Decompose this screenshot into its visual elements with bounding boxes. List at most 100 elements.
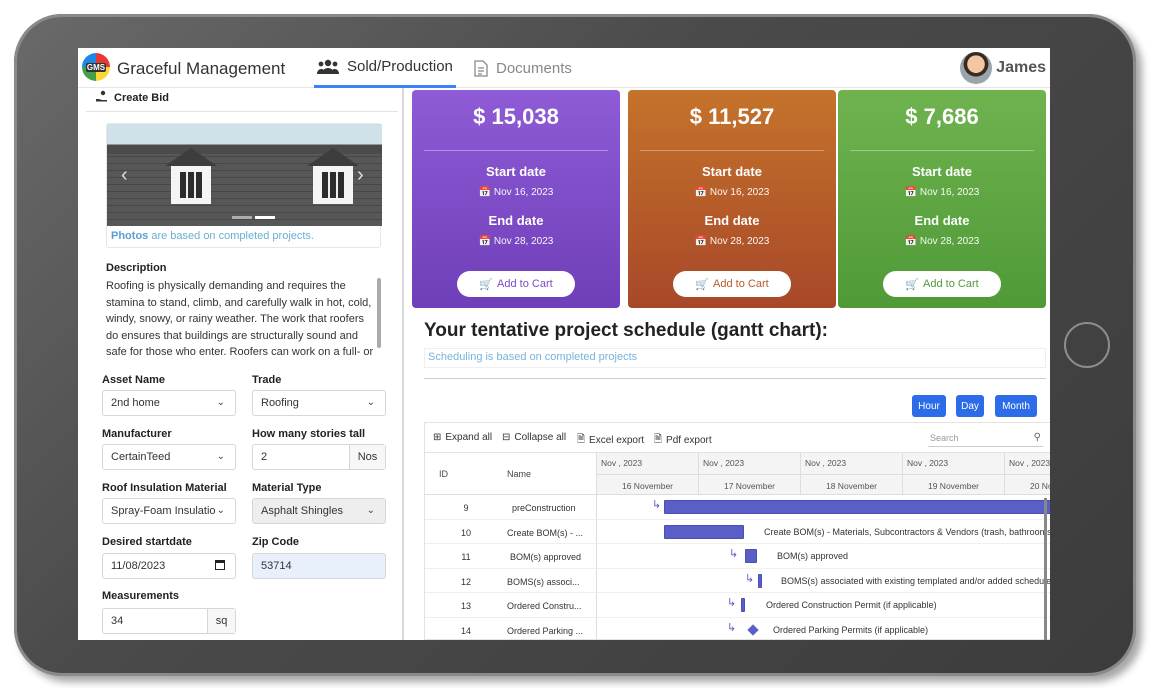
row-name: Create BOM(s) - ...	[507, 527, 584, 538]
cart-icon: 🛒	[479, 278, 494, 291]
timeline-day: 17 November	[699, 474, 801, 495]
calendar-icon: 📅	[694, 187, 708, 198]
stories-label: How many stories tall	[252, 428, 366, 440]
table-row[interactable]: 13 Ordered Constru...	[425, 593, 597, 618]
asset-name-label: Asset Name	[102, 374, 165, 386]
create-bid-heading: Create Bid	[96, 90, 169, 105]
stories-input[interactable]: 2 Nos	[252, 444, 386, 470]
task-bar[interactable]	[745, 549, 757, 563]
insulation-select[interactable]: Spray-Foam Insulatio ⌄	[102, 498, 236, 524]
roof-photo: ‹ ›	[107, 124, 382, 226]
add-to-cart-button[interactable]: 🛒 Add to Cart	[673, 271, 791, 297]
gantt-scrollbar[interactable]	[1044, 498, 1047, 640]
app-screen: GMS Graceful Management Sold/Production …	[78, 48, 1050, 640]
tab-documents[interactable]: Documents	[474, 48, 572, 88]
table-row[interactable]: 14 Ordered Parking ...	[425, 617, 597, 639]
carousel-dot[interactable]	[255, 216, 275, 219]
timeline-row: ↳ Ordered Construction Permit (if applic…	[597, 593, 1050, 618]
search-placeholder: Search	[930, 433, 959, 443]
add-to-cart-button[interactable]: 🛒 Add to Cart	[883, 271, 1001, 297]
row-id: 14	[460, 625, 471, 636]
start-date-label: Start date	[702, 164, 762, 179]
task-label: BOM(s) approved	[777, 551, 849, 561]
table-row[interactable]: 10 Create BOM(s) - ...	[425, 519, 597, 544]
row-id: 11	[461, 552, 471, 562]
create-bid-label: Create Bid	[114, 91, 170, 104]
scale-month-button[interactable]: Month	[995, 395, 1037, 417]
user-menu[interactable]: James	[960, 52, 1046, 84]
zip-code-value: 53714	[261, 560, 292, 572]
column-name: Name	[507, 469, 532, 479]
calendar-icon[interactable]	[215, 559, 225, 573]
table-row[interactable]: 11 BOM(s) approved	[425, 544, 597, 569]
search-icon: ⚲	[1033, 432, 1041, 443]
link-arrow-icon: ↳	[729, 548, 739, 560]
carousel-indicators	[232, 216, 275, 219]
manufacturer-select[interactable]: CertainTeed ⌄	[102, 444, 236, 470]
task-bar[interactable]	[758, 573, 762, 588]
card-divider	[640, 150, 824, 151]
excel-export-button[interactable]: 🗎 Excel export	[577, 432, 644, 449]
task-label: BOMS(s) associated with existing templat…	[781, 575, 1050, 586]
pdf-export-label: Pdf export	[666, 435, 712, 446]
collapse-all-button[interactable]: ⊟ Collapse all	[502, 432, 566, 443]
scale-hour-button[interactable]: Hour	[912, 395, 946, 417]
add-to-cart-button[interactable]: 🛒 Add to Cart	[457, 271, 575, 297]
manufacturer-value: CertainTeed	[111, 451, 171, 463]
timeline-row: ↳	[597, 495, 1050, 520]
scale-day-button[interactable]: Day	[956, 395, 984, 417]
task-bar[interactable]	[664, 524, 744, 539]
gantt-search-input[interactable]: Search ⚲	[928, 429, 1043, 447]
card-divider	[424, 150, 608, 151]
row-name: Ordered Parking ...	[507, 625, 584, 636]
timeline-month: Nov , 2023	[801, 453, 903, 474]
carousel-next-icon[interactable]: ›	[357, 164, 364, 187]
milestone-diamond[interactable]	[747, 623, 759, 636]
calendar-icon: 📅	[904, 236, 918, 247]
chevron-down-icon: ⌄	[366, 397, 375, 408]
price-card: $ 15,038 Start date 📅 Nov 16, 2023 End d…	[412, 90, 620, 308]
row-name: BOMS(s) associ...	[507, 576, 580, 587]
tablet-home-button	[1064, 322, 1110, 368]
manufacturer-label: Manufacturer	[102, 428, 172, 440]
description-scrollbar[interactable]	[377, 278, 381, 348]
trade-select[interactable]: Roofing ⌄	[252, 390, 386, 416]
link-arrow-icon: ↳	[652, 499, 662, 511]
end-date: 📅 Nov 28, 2023	[628, 236, 836, 247]
task-bar[interactable]	[664, 500, 1050, 514]
expand-icon: ⊞	[433, 432, 442, 443]
pdf-export-button[interactable]: 🗎 Pdf export	[654, 432, 712, 449]
zip-code-label: Zip Code	[252, 536, 300, 548]
task-bar[interactable]	[741, 598, 745, 612]
table-row[interactable]: 12 BOMS(s) associ...	[425, 568, 597, 593]
expand-all-button[interactable]: ⊞ Expand all	[433, 432, 492, 443]
row-name: preConstruction	[512, 503, 576, 513]
material-type-select[interactable]: Asphalt Shingles ⌄	[252, 498, 386, 524]
cart-icon: 🛒	[695, 278, 710, 291]
row-name: BOM(s) approved	[510, 552, 582, 562]
carousel-dot[interactable]	[232, 216, 252, 219]
price-value: $ 15,038	[473, 104, 559, 129]
gms-logo: GMS	[82, 53, 110, 81]
measurements-suffix: sq	[207, 609, 235, 633]
tab-sold-production[interactable]: Sold/Production	[314, 48, 456, 88]
end-date-label: End date	[914, 213, 970, 228]
startdate-input[interactable]: 11/08/2023	[102, 553, 236, 579]
asset-name-select[interactable]: 2nd home ⌄	[102, 390, 236, 416]
measurements-input[interactable]: 34 sq	[102, 608, 236, 634]
divider	[86, 111, 398, 112]
tab-documents-label: Documents	[496, 59, 572, 77]
row-id: 9	[463, 503, 469, 513]
description-textarea[interactable]: Roofing is physically demanding and requ…	[106, 278, 381, 360]
carousel-prev-icon[interactable]: ‹	[121, 164, 128, 187]
table-row[interactable]: 9 preConstruction	[425, 495, 597, 520]
expand-all-label: Expand all	[445, 432, 493, 443]
start-date: 📅 Nov 16, 2023	[412, 187, 620, 198]
zip-code-input[interactable]: 53714	[252, 553, 386, 579]
window-grid	[180, 172, 202, 198]
stories-suffix: Nos	[349, 445, 385, 469]
measurements-label: Measurements	[102, 590, 180, 602]
photo-note-text: are based on completed projects.	[148, 230, 314, 242]
measurements-value: 34	[111, 615, 124, 627]
row-id: 13	[460, 601, 471, 611]
